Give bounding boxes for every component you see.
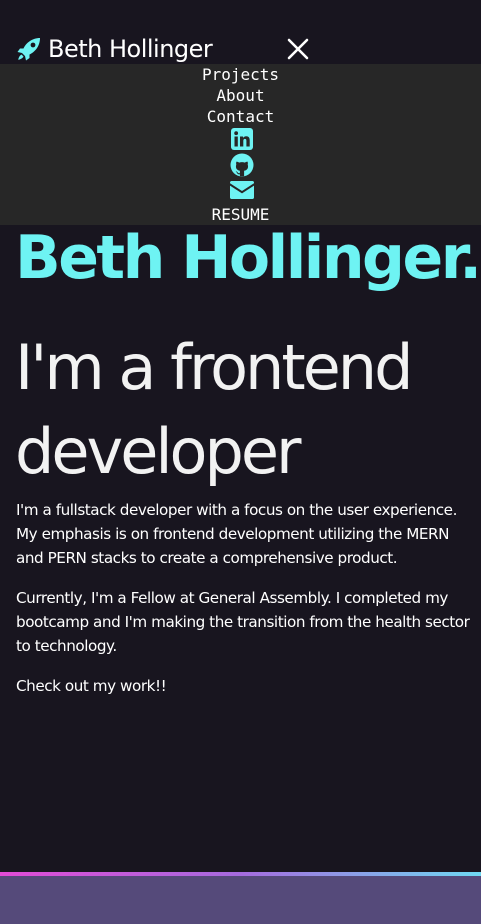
envelope-icon bbox=[230, 181, 254, 199]
github-link[interactable] bbox=[229, 153, 255, 177]
top-bar: Beth Hollinger bbox=[0, 0, 481, 64]
nav-link-about[interactable]: About bbox=[0, 85, 481, 106]
close-icon bbox=[287, 38, 309, 60]
hero-title: I'm a frontend developer bbox=[15, 331, 413, 488]
intro-paragraph: I'm a fullstack developer with a focus o… bbox=[16, 501, 457, 567]
gradient-divider bbox=[0, 872, 481, 876]
brand[interactable]: Beth Hollinger bbox=[16, 34, 213, 64]
nav-link-contact[interactable]: Contact bbox=[0, 106, 481, 127]
linkedin-icon bbox=[231, 128, 253, 150]
rocket-icon bbox=[16, 36, 42, 62]
github-icon bbox=[230, 153, 254, 177]
linkedin-link[interactable] bbox=[229, 127, 255, 151]
close-menu-button[interactable] bbox=[286, 37, 310, 61]
status-paragraph: Currently, I'm a Fellow at General Assem… bbox=[16, 589, 470, 655]
footer-band bbox=[0, 872, 481, 924]
hero-name: Beth Hollinger. bbox=[15, 223, 481, 293]
email-link[interactable] bbox=[229, 178, 255, 202]
brand-name: Beth Hollinger bbox=[48, 35, 213, 63]
nav-link-projects[interactable]: Projects bbox=[0, 64, 481, 85]
call-to-action-text: Check out my work!! bbox=[16, 677, 167, 695]
nav-menu: Projects About Contact RESUME bbox=[0, 64, 481, 225]
